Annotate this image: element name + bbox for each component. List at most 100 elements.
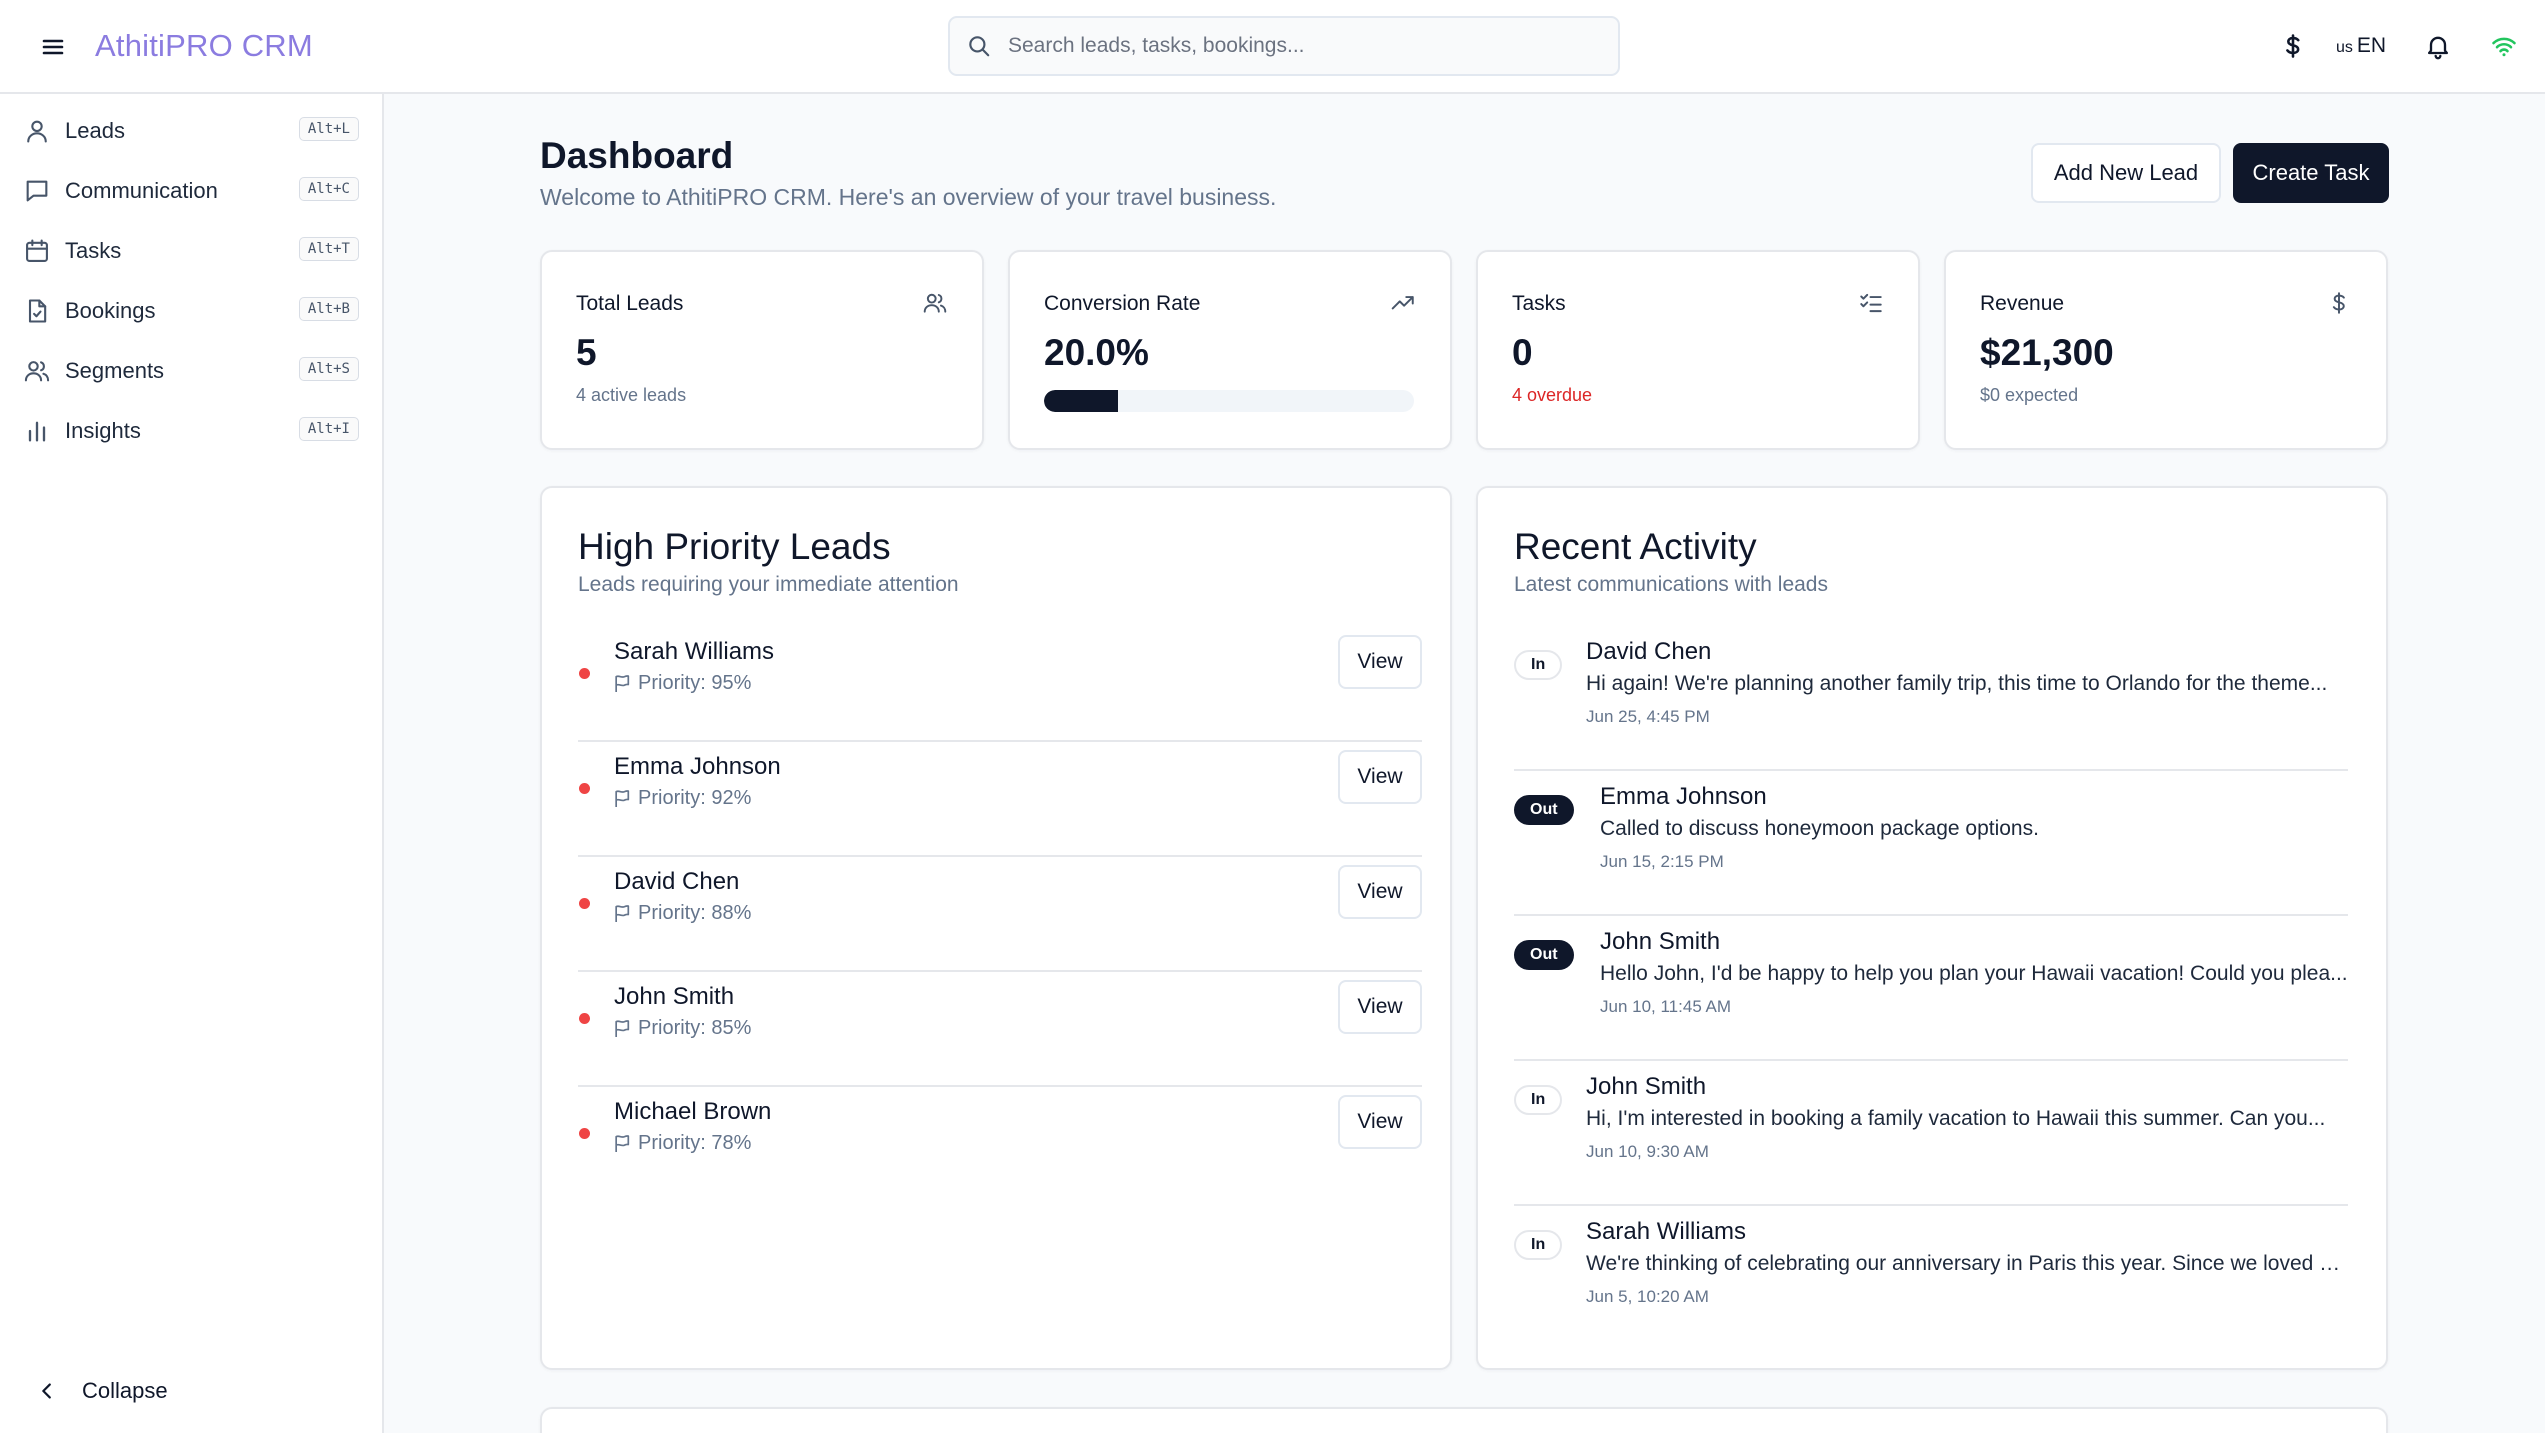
search-input[interactable] <box>1008 34 1568 58</box>
lead-priority: Priority: 88% <box>614 902 751 925</box>
file-icon <box>22 296 52 326</box>
stat-title: Total Leads <box>576 292 684 315</box>
stat-value: 20.0% <box>1044 332 1149 373</box>
list-checks-icon <box>1858 290 1884 316</box>
priority-dot <box>579 1128 590 1139</box>
lead-row: John Smith Priority: 85% View <box>578 971 1422 1087</box>
flag-icon <box>614 674 638 693</box>
direction-badge: In <box>1514 650 1563 680</box>
flag-icon <box>614 1134 638 1153</box>
direction-badge: Out <box>1514 795 1574 825</box>
activity-message: Hello John, I'd be happy to help you pla… <box>1600 962 2348 985</box>
priority-dot <box>579 1013 590 1024</box>
sidebar-item-segments[interactable]: Segments Alt+S <box>16 346 362 396</box>
search-icon <box>966 33 992 59</box>
sidebar-item-tasks[interactable]: Tasks Alt+T <box>16 226 362 276</box>
activity-item[interactable]: In Sarah Williams We're thinking of cele… <box>1514 1206 2348 1351</box>
stat-value: 0 <box>1512 332 1533 373</box>
activity-name: David Chen <box>1586 638 1712 665</box>
next-section-card <box>540 1407 2388 1433</box>
search-bar[interactable] <box>948 16 1620 76</box>
lead-name: David Chen <box>614 868 740 895</box>
chevron-left-icon <box>36 1380 58 1402</box>
create-task-button[interactable]: Create Task <box>2233 143 2389 203</box>
panel-subtitle: Leads requiring your immediate attention <box>578 573 959 596</box>
direction-badge: In <box>1514 1230 1563 1260</box>
view-lead-button[interactable]: View <box>1338 865 1422 919</box>
dollar-icon <box>2326 290 2352 316</box>
priority-dot <box>579 668 590 679</box>
users-icon <box>922 290 948 316</box>
view-lead-button[interactable]: View <box>1338 750 1422 804</box>
sidebar-item-label: Communication <box>65 178 218 203</box>
panel-title: Recent Activity <box>1514 526 1757 567</box>
bell-icon[interactable] <box>2420 28 2456 64</box>
flag-icon <box>614 789 638 808</box>
sidebar-item-label: Insights <box>65 418 141 443</box>
overdue-text: 4 overdue <box>1512 385 1593 405</box>
sidebar-item-leads[interactable]: Leads Alt+L <box>16 106 362 156</box>
priority-value: Priority: 85% <box>638 1017 752 1039</box>
high-priority-leads-card: High Priority Leads Leads requiring your… <box>540 486 1452 1370</box>
activity-item[interactable]: In David Chen Hi again! We're planning a… <box>1514 626 2348 771</box>
priority-dot <box>579 783 590 794</box>
stat-value: 5 <box>576 332 597 373</box>
activity-name: Emma Johnson <box>1600 783 1767 810</box>
activity-time: Jun 5, 10:20 AM <box>1586 1287 1709 1306</box>
brand-logo[interactable]: AthitiPRO CRM <box>95 28 313 64</box>
sidebar-item-communication[interactable]: Communication Alt+C <box>16 166 362 216</box>
shortcut-hint: Alt+B <box>298 297 359 321</box>
sidebar: Leads Alt+L Communication Alt+C Tasks Al… <box>0 94 384 1433</box>
bar-chart-icon <box>22 416 52 446</box>
view-lead-button[interactable]: View <box>1338 980 1422 1034</box>
conversion-rate-card: Conversion Rate 20.0% <box>1008 250 1452 450</box>
page-subtitle: Welcome to AthitiPRO CRM. Here's an over… <box>540 184 1277 210</box>
wifi-icon[interactable] <box>2486 28 2522 64</box>
activity-message: Called to discuss honeymoon package opti… <box>1600 817 2039 840</box>
recent-activity-card: Recent Activity Latest communications wi… <box>1476 486 2388 1370</box>
language-selector[interactable]: us EN <box>2336 34 2386 58</box>
flag-icon <box>614 1019 638 1038</box>
activity-item[interactable]: Out Emma Johnson Called to discuss honey… <box>1514 771 2348 916</box>
sidebar-item-insights[interactable]: Insights Alt+I <box>16 406 362 456</box>
panel-title: High Priority Leads <box>578 526 891 567</box>
priority-value: Priority: 78% <box>638 1132 752 1154</box>
activity-item[interactable]: In John Smith Hi, I'm interested in book… <box>1514 1061 2348 1206</box>
collapse-button[interactable]: Collapse <box>36 1378 168 1404</box>
trending-up-icon <box>1390 290 1416 316</box>
lead-row: Sarah Williams Priority: 95% View <box>578 626 1422 742</box>
activity-message: We're thinking of celebrating our annive… <box>1586 1252 2348 1275</box>
stat-title: Revenue <box>1980 292 2065 315</box>
stat-title: Tasks <box>1512 292 1566 315</box>
priority-dot <box>579 898 590 909</box>
lead-row: Emma Johnson Priority: 92% View <box>578 741 1422 857</box>
activity-time: Jun 10, 9:30 AM <box>1586 1142 1709 1161</box>
shortcut-hint: Alt+I <box>298 417 359 441</box>
sidebar-item-label: Bookings <box>65 298 156 323</box>
total-leads-card: Total Leads 5 4 active leads <box>540 250 984 450</box>
dollar-icon[interactable] <box>2275 28 2311 64</box>
lead-row: Michael Brown Priority: 78% View <box>578 1086 1422 1202</box>
lead-priority: Priority: 95% <box>614 672 751 695</box>
stat-subtext: 4 active leads <box>576 385 687 405</box>
collapse-label: Collapse <box>82 1378 168 1403</box>
lead-priority: Priority: 78% <box>614 1132 751 1155</box>
activity-name: John Smith <box>1586 1073 1707 1100</box>
activity-item[interactable]: Out John Smith Hello John, I'd be happy … <box>1514 916 2348 1061</box>
priority-value: Priority: 95% <box>638 672 752 694</box>
activity-message: Hi, I'm interested in booking a family v… <box>1586 1107 2326 1130</box>
menu-icon[interactable] <box>38 33 68 61</box>
conversion-progress-bar <box>1044 390 1414 412</box>
flag-icon <box>614 904 638 923</box>
flag-icon: us <box>2336 39 2353 56</box>
stat-subtext: $0 expected <box>1980 385 2079 405</box>
lead-name: Michael Brown <box>614 1098 772 1125</box>
view-lead-button[interactable]: View <box>1338 1095 1422 1149</box>
sidebar-item-bookings[interactable]: Bookings Alt+B <box>16 286 362 336</box>
sidebar-item-label: Tasks <box>65 238 122 263</box>
direction-badge: Out <box>1514 940 1574 970</box>
activity-time: Jun 10, 11:45 AM <box>1600 997 1732 1016</box>
view-lead-button[interactable]: View <box>1338 635 1422 689</box>
users-icon <box>22 356 52 386</box>
add-new-lead-button[interactable]: Add New Lead <box>2031 143 2221 203</box>
